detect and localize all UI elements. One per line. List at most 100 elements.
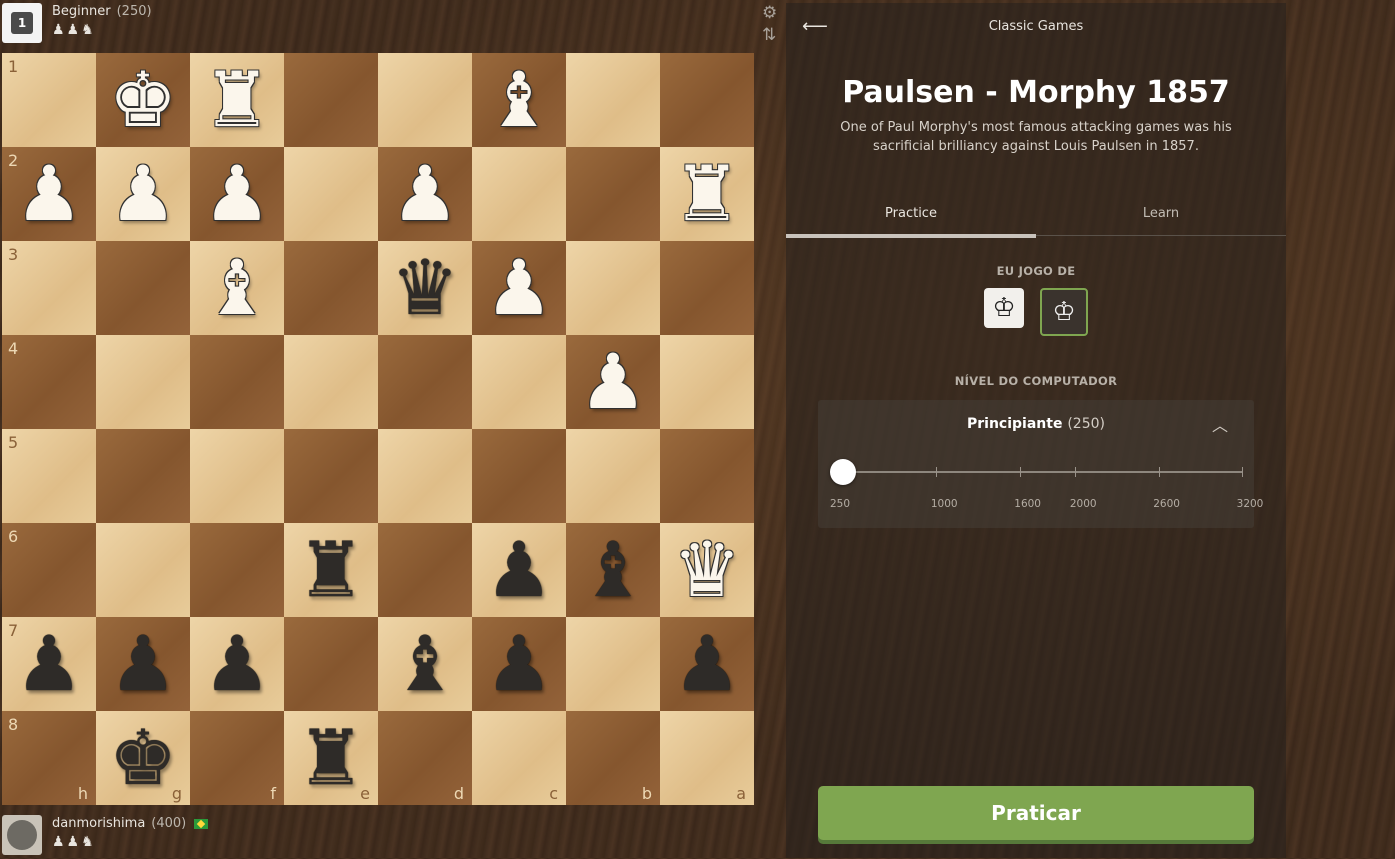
- white-pawn-icon[interactable]: ♟: [109, 156, 177, 232]
- board-square-h5[interactable]: 5: [2, 429, 96, 523]
- board-square-c7[interactable]: ♟: [472, 617, 566, 711]
- board-square-b1[interactable]: [566, 53, 660, 147]
- play-black-button[interactable]: ♔: [1040, 288, 1088, 336]
- board-square-f8[interactable]: f: [190, 711, 284, 805]
- white-bishop-icon[interactable]: ♝: [485, 62, 553, 138]
- board-square-c8[interactable]: c: [472, 711, 566, 805]
- black-pawn-icon[interactable]: ♟: [485, 626, 553, 702]
- board-square-a7[interactable]: ♟: [660, 617, 754, 711]
- board-square-b8[interactable]: b: [566, 711, 660, 805]
- board-square-b3[interactable]: [566, 241, 660, 335]
- board-square-g6[interactable]: [96, 523, 190, 617]
- black-pawn-icon[interactable]: ♟: [673, 626, 741, 702]
- board-square-g2[interactable]: ♟: [96, 147, 190, 241]
- board-square-f7[interactable]: ♟: [190, 617, 284, 711]
- black-bishop-icon[interactable]: ♝: [391, 626, 459, 702]
- board-square-c4[interactable]: [472, 335, 566, 429]
- black-rook-icon[interactable]: ♜: [297, 720, 365, 796]
- panel-header: ⟵ Classic Games: [786, 3, 1286, 51]
- board-square-d7[interactable]: ♝: [378, 617, 472, 711]
- white-rook-icon[interactable]: ♜: [673, 156, 741, 232]
- board-square-f4[interactable]: [190, 335, 284, 429]
- board-square-h1[interactable]: 1: [2, 53, 96, 147]
- board-square-c3[interactable]: ♟: [472, 241, 566, 335]
- board-square-b6[interactable]: ♝: [566, 523, 660, 617]
- white-pawn-icon[interactable]: ♟: [391, 156, 459, 232]
- board-square-g5[interactable]: [96, 429, 190, 523]
- black-pawn-icon[interactable]: ♟: [15, 626, 83, 702]
- board-square-d2[interactable]: ♟: [378, 147, 472, 241]
- board-square-a8[interactable]: a: [660, 711, 754, 805]
- board-square-e8[interactable]: e ♜: [284, 711, 378, 805]
- board-square-h2[interactable]: 2 ♟: [2, 147, 96, 241]
- board-square-e7[interactable]: [284, 617, 378, 711]
- black-king-icon[interactable]: ♚: [109, 720, 177, 796]
- board-square-g1[interactable]: ♚: [96, 53, 190, 147]
- board-square-e2[interactable]: [284, 147, 378, 241]
- board-square-d3[interactable]: ♛: [378, 241, 472, 335]
- board-square-g4[interactable]: [96, 335, 190, 429]
- white-king-icon[interactable]: ♚: [109, 62, 177, 138]
- chevron-up-icon[interactable]: ︿: [1212, 412, 1228, 436]
- black-queen-icon[interactable]: ♛: [391, 250, 459, 326]
- board-square-c5[interactable]: [472, 429, 566, 523]
- board-square-b4[interactable]: ♟: [566, 335, 660, 429]
- tab-practice[interactable]: Practice: [786, 188, 1036, 236]
- practice-button[interactable]: Praticar: [818, 786, 1254, 840]
- board-square-c6[interactable]: ♟: [472, 523, 566, 617]
- board-square-c1[interactable]: ♝: [472, 53, 566, 147]
- board-square-f6[interactable]: [190, 523, 284, 617]
- board-square-d6[interactable]: [378, 523, 472, 617]
- board-square-e5[interactable]: [284, 429, 378, 523]
- flip-board-icon[interactable]: ⇅: [762, 25, 776, 45]
- white-pawn-icon[interactable]: ♟: [15, 156, 83, 232]
- board-square-b5[interactable]: [566, 429, 660, 523]
- black-rook-icon[interactable]: ♜: [297, 532, 365, 608]
- board-square-h4[interactable]: 4: [2, 335, 96, 429]
- black-pawn-icon[interactable]: ♟: [109, 626, 177, 702]
- board-square-e4[interactable]: [284, 335, 378, 429]
- slider-knob[interactable]: [830, 459, 856, 485]
- board-square-a2[interactable]: ♜: [660, 147, 754, 241]
- gear-icon[interactable]: ⚙: [762, 3, 777, 23]
- board-square-b2[interactable]: [566, 147, 660, 241]
- play-white-button[interactable]: ♔: [984, 288, 1024, 328]
- board-square-f3[interactable]: ♝: [190, 241, 284, 335]
- board-square-d8[interactable]: d: [378, 711, 472, 805]
- board-square-b7[interactable]: [566, 617, 660, 711]
- white-rook-icon[interactable]: ♜: [203, 62, 271, 138]
- board-square-a5[interactable]: [660, 429, 754, 523]
- board-square-a6[interactable]: ♛: [660, 523, 754, 617]
- board-square-h7[interactable]: 7 ♟: [2, 617, 96, 711]
- board-square-h3[interactable]: 3: [2, 241, 96, 335]
- board-square-g7[interactable]: ♟: [96, 617, 190, 711]
- board-square-e6[interactable]: ♜: [284, 523, 378, 617]
- board-square-c2[interactable]: [472, 147, 566, 241]
- board-square-a3[interactable]: [660, 241, 754, 335]
- board-square-a4[interactable]: [660, 335, 754, 429]
- board-square-h6[interactable]: 6: [2, 523, 96, 617]
- board-square-a1[interactable]: [660, 53, 754, 147]
- black-pawn-icon[interactable]: ♟: [485, 532, 553, 608]
- board-square-f5[interactable]: [190, 429, 284, 523]
- board-square-d5[interactable]: [378, 429, 472, 523]
- board-square-h8[interactable]: 8h: [2, 711, 96, 805]
- board-square-f2[interactable]: ♟: [190, 147, 284, 241]
- white-bishop-icon[interactable]: ♝: [203, 250, 271, 326]
- board-square-d1[interactable]: [378, 53, 472, 147]
- white-pawn-icon[interactable]: ♟: [579, 344, 647, 420]
- white-pawn-icon[interactable]: ♟: [203, 156, 271, 232]
- level-slider[interactable]: [830, 459, 1243, 485]
- board-square-g8[interactable]: g ♚: [96, 711, 190, 805]
- board-square-d4[interactable]: [378, 335, 472, 429]
- tab-learn[interactable]: Learn: [1036, 188, 1286, 236]
- board-square-f1[interactable]: ♜: [190, 53, 284, 147]
- board-square-e3[interactable]: [284, 241, 378, 335]
- chess-board[interactable]: 1 ♚ ♜ ♝ 2 ♟ ♟ ♟ ♟ ♜ 3 ♝ ♛ ♟ 4 ♟ 5 6 ♜ ♟ ♝ ♛ 7 ♟ ♟ ♟ ♝ ♟ ♟ 8 h g ♚ f e ♜ d c b a: [2, 53, 754, 805]
- board-square-e1[interactable]: [284, 53, 378, 147]
- black-pawn-icon[interactable]: ♟: [203, 626, 271, 702]
- white-pawn-icon[interactable]: ♟: [485, 250, 553, 326]
- black-bishop-icon[interactable]: ♝: [579, 532, 647, 608]
- white-queen-icon[interactable]: ♛: [673, 532, 741, 608]
- board-square-g3[interactable]: [96, 241, 190, 335]
